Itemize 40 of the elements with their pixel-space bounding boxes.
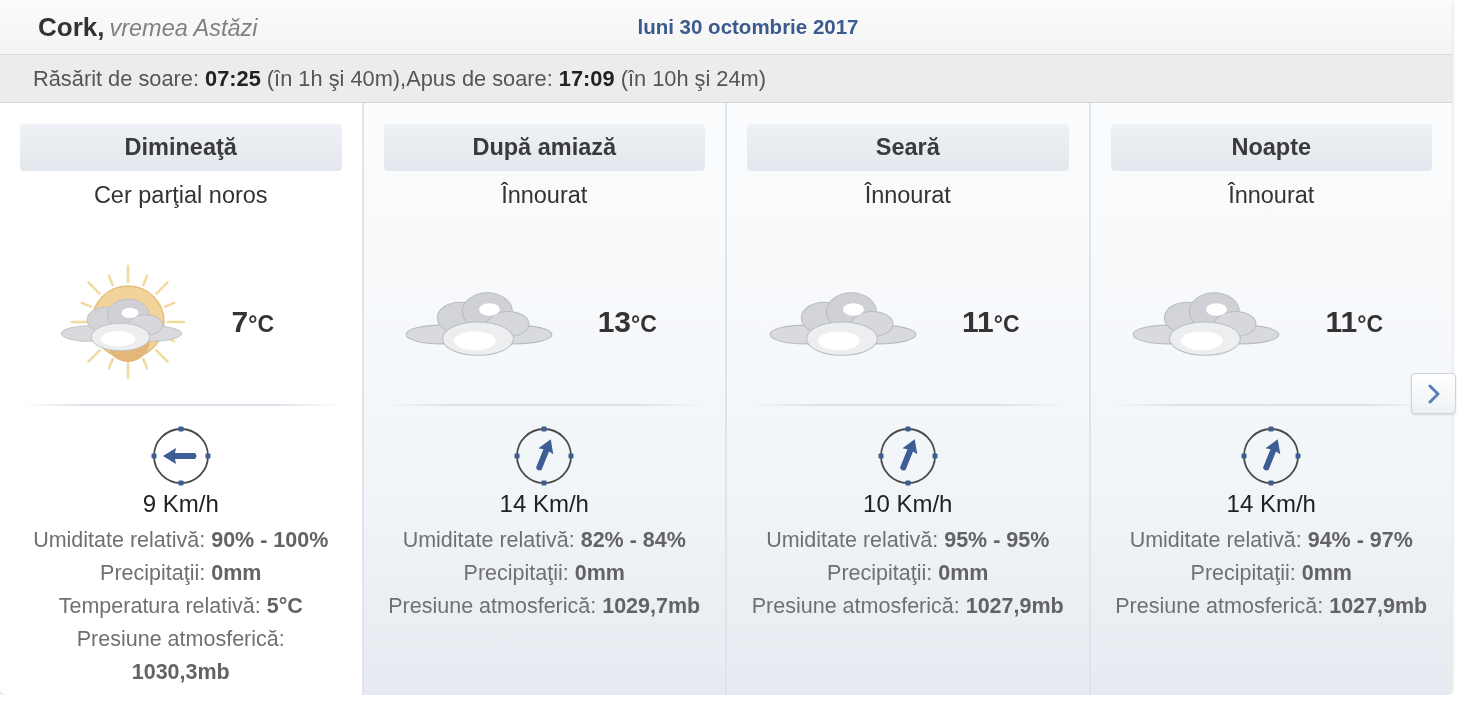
temperature: 7°C: [231, 305, 274, 339]
detail-text: Presiune atmosferică: 1027,9mb: [751, 593, 1064, 620]
sunrise-sunset-text: Răsărit de soare: 07:25 (în 1h şi 40m),Apus de soare: 17:09 (în 10h şi 24m): [33, 65, 767, 92]
detail-text: Umiditate relativă: 94% - 97%: [1129, 527, 1413, 554]
detail-text: Precipitaţii: 0mm: [463, 560, 625, 587]
date-label: luni 30 octombrie 2017: [636, 15, 859, 39]
wind-speed: 14 Km/h: [499, 491, 589, 517]
condition-label: Înnourat: [1228, 182, 1315, 208]
condition-label: Înnourat: [864, 182, 951, 208]
condition-label: Cer parţial noros: [93, 182, 268, 208]
wind-speed: 10 Km/h: [863, 491, 953, 517]
detail-text: Precipitaţii: 0mm: [1190, 560, 1352, 587]
temperature: 11°C: [962, 305, 1020, 339]
sun-cloud-icon: [59, 264, 188, 380]
city-name: Cork,: [38, 11, 105, 43]
title-subtitle: vremea Astăzi: [109, 14, 258, 42]
period-header: Seară: [747, 124, 1069, 171]
wind-speed: 14 Km/h: [1226, 491, 1316, 517]
period-header: După amiază: [383, 124, 705, 171]
wind-speed: 9 Km/h: [142, 491, 219, 517]
detail-text: Umiditate relativă: 90% - 100%: [33, 527, 329, 554]
detail-text: Presiune atmosferică: 1030,3mb: [75, 626, 286, 686]
chevron-right-icon: [1427, 383, 1440, 404]
wind-direction-icon: [150, 426, 211, 486]
detail-text: Umiditate relativă: 95% - 95%: [766, 527, 1050, 554]
condition-label: Înnourat: [501, 182, 588, 208]
detail-text: Temperatura relativă: 5°C: [58, 593, 303, 620]
wind-direction-icon: [1241, 426, 1302, 486]
detail-text: Presiune atmosferică: 1027,9mb: [1115, 593, 1428, 620]
detail-text: Precipitaţii: 0mm: [100, 560, 262, 587]
wind-direction-icon: [514, 426, 575, 486]
period-header: Noapte: [1110, 124, 1432, 171]
period-header: Dimineaţă: [20, 124, 342, 171]
detail-text: Precipitaţii: 0mm: [827, 560, 989, 587]
detail-text: Umiditate relativă: 82% - 84%: [402, 527, 686, 554]
temperature: 11°C: [1325, 305, 1383, 339]
next-button[interactable]: [1411, 373, 1456, 414]
temperature: 13°C: [597, 305, 657, 339]
wind-direction-icon: [877, 426, 938, 486]
detail-text: Presiune atmosferică: 1029,7mb: [388, 593, 701, 620]
